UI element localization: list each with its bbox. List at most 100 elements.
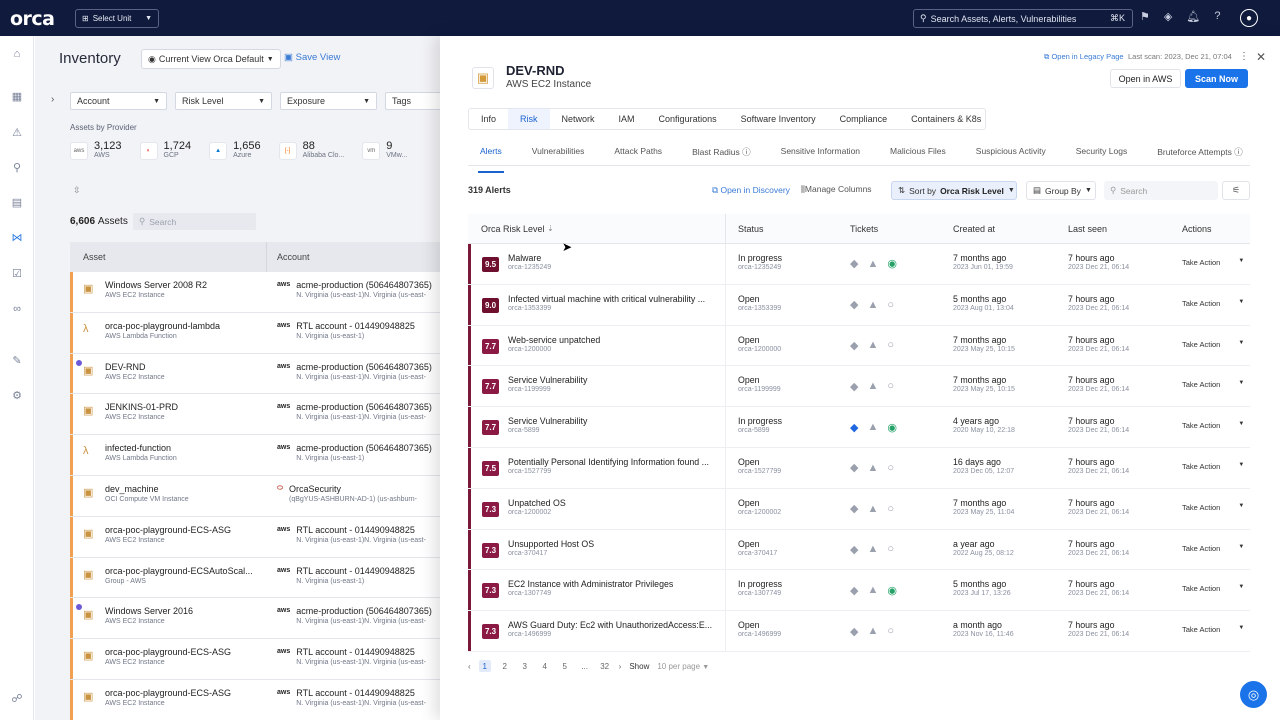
tab-network[interactable]: Network <box>550 109 607 129</box>
open-in-discovery-link[interactable]: ⧉ Open in Discovery <box>712 185 790 196</box>
page-4[interactable]: 4 <box>539 660 551 672</box>
column-header-last-seen[interactable]: Last seen <box>1056 214 1170 244</box>
user-avatar[interactable]: ● <box>1240 9 1258 27</box>
compliance-icon[interactable]: ▤ <box>9 194 25 210</box>
dashboard-icon[interactable]: ⌂ <box>9 46 25 62</box>
page-32[interactable]: 32 <box>599 660 611 672</box>
take-action-dropdown[interactable]: Take Action ▼ <box>1182 258 1250 267</box>
ticket-status-icon[interactable]: ◉ <box>887 257 897 270</box>
ticket-warning-icon[interactable]: ▲ <box>867 421 878 433</box>
take-action-dropdown[interactable]: Take Action ▼ <box>1182 299 1250 308</box>
ticket-status-icon[interactable]: ○ <box>887 299 894 311</box>
open-in-aws-button[interactable]: Open in AWS <box>1110 69 1181 88</box>
tab-iam[interactable]: IAM <box>607 109 647 129</box>
alert-row[interactable]: 7.3 Unsupported Host OS orca-370417 Open orc… <box>468 529 1250 571</box>
table-row[interactable]: λ infected-function AWS Lambda Function aws… <box>70 435 440 476</box>
ticket-warning-icon[interactable]: ▲ <box>867 543 878 555</box>
subtab-sensitive-information[interactable]: Sensitive Information <box>781 144 860 165</box>
tab-software-inventory[interactable]: Software Inventory <box>729 109 828 129</box>
take-action-dropdown[interactable]: Take Action ▼ <box>1182 544 1250 553</box>
page-3[interactable]: 3 <box>519 660 531 672</box>
manage-columns-button[interactable]: ⫼Manage Columns <box>801 184 872 195</box>
ticket-status-icon[interactable]: ○ <box>887 339 894 351</box>
jira-icon[interactable]: ◆ <box>850 502 858 515</box>
chat-support-button[interactable]: ◎ <box>1240 681 1267 708</box>
table-row[interactable]: ▣ Windows Server 2008 R2 AWS EC2 Instance a… <box>70 272 440 313</box>
alert-row[interactable]: 7.3 EC2 Instance with Administrator Privi… <box>468 570 1250 612</box>
subtab-vulnerabilities[interactable]: Vulnerabilities <box>532 144 585 165</box>
ticket-warning-icon[interactable]: ▲ <box>867 258 878 270</box>
subtab-suspicious-activity[interactable]: Suspicious Activity <box>976 144 1046 165</box>
alert-row[interactable]: 7.7 Service Vulnerability orca-5899 In prog… <box>468 407 1250 448</box>
provider-aws[interactable]: aws 3,123 AWS <box>70 140 122 160</box>
column-header-status[interactable]: Status <box>726 214 838 244</box>
table-row[interactable]: λ orca-poc-playground-lambda AWS Lambda Fu… <box>70 312 440 354</box>
subtab-bruteforce-attempts[interactable]: Bruteforce Attempts ⓘ <box>1157 144 1243 165</box>
megaphone-icon[interactable]: ◈ <box>1164 10 1172 23</box>
open-legacy-page-link[interactable]: ⧉ Open in Legacy Page <box>1044 52 1124 62</box>
chevron-left-icon[interactable]: ‹ <box>468 662 471 671</box>
column-header-asset[interactable]: Asset <box>70 242 267 272</box>
tab-containers-k8s[interactable]: Containers & K8s <box>899 109 993 129</box>
ticket-status-icon[interactable]: ○ <box>887 503 894 515</box>
tab-compliance[interactable]: Compliance <box>828 109 900 129</box>
table-row[interactable]: ▣ JENKINS-01-PRD AWS EC2 Instance aws acme-p… <box>70 394 440 436</box>
ticket-warning-icon[interactable]: ▲ <box>867 584 878 596</box>
clipboard-icon[interactable]: ☑ <box>9 265 25 281</box>
flag-icon[interactable]: ⚑ <box>1140 10 1150 23</box>
page-2[interactable]: 2 <box>499 660 511 672</box>
asset-name[interactable]: orca-poc-playground-ECSAutoScal... <box>105 566 253 576</box>
orca-logo[interactable]: orca <box>10 8 55 30</box>
take-action-dropdown[interactable]: Take Action ▼ <box>1182 625 1250 634</box>
table-row[interactable]: ▣ orca-poc-playground-ECSAutoScal... Group… <box>70 557 440 599</box>
jira-icon[interactable]: ◆ <box>850 298 858 311</box>
alert-title[interactable]: Malware <box>508 253 551 263</box>
per-page-select[interactable]: 10 per page ▼ <box>657 662 709 671</box>
asset-name[interactable]: orca-poc-playground-ECS-ASG <box>105 688 231 698</box>
alert-title[interactable]: Service Vulnerability <box>508 416 587 426</box>
tab-info[interactable]: Info <box>469 109 508 129</box>
jira-icon[interactable]: ◆ <box>850 584 858 597</box>
alert-row[interactable]: 7.5 Potentially Personal Identifying Info… <box>468 447 1250 489</box>
alert-title[interactable]: Web-service unpatched <box>508 335 600 345</box>
filter-account[interactable]: Account ▼ <box>70 92 167 110</box>
alert-row[interactable]: 7.7 Web-service unpatched orca-1200000 Open… <box>468 325 1250 367</box>
table-row[interactable]: ▣ orca-poc-playground-ECS-ASG AWS EC2 Inst… <box>70 516 440 558</box>
take-action-dropdown[interactable]: Take Action ▼ <box>1182 584 1250 593</box>
alert-row[interactable]: 9.5 Malware orca-1235249 In progress orca-12… <box>468 244 1250 285</box>
alert-title[interactable]: Service Vulnerability <box>508 375 587 385</box>
alert-title[interactable]: AWS Guard Duty: Ec2 with UnauthorizedAcc… <box>508 620 712 630</box>
provider-vmware[interactable]: vm 9 VMw... <box>362 140 407 160</box>
table-row[interactable]: ▣ Windows Server 2016 AWS EC2 Instance aws a… <box>70 598 440 640</box>
tab-configurations[interactable]: Configurations <box>647 109 729 129</box>
unit-select-dropdown[interactable]: ⊞ Select Unit ▼ <box>75 9 159 28</box>
alert-triangle-icon[interactable]: ⚠ <box>9 124 25 140</box>
ticket-status-icon[interactable]: ○ <box>887 462 894 474</box>
sort-by-dropdown[interactable]: ⇅ Sort by Orca Risk Level ▼ <box>891 181 1017 200</box>
column-header-created-at[interactable]: Created at <box>941 214 1056 244</box>
asset-name[interactable]: orca-poc-playground-ECS-ASG <box>105 647 231 657</box>
jira-icon[interactable]: ◆ <box>850 257 858 270</box>
expand-collapse-icon[interactable]: ⇳ <box>73 185 81 196</box>
table-row[interactable]: ▣ orca-poc-playground-ECS-ASG AWS EC2 Inst… <box>70 679 440 720</box>
alert-search-input[interactable]: ⚲ Search <box>1104 181 1218 200</box>
global-search-input[interactable]: ⚲ Search Assets, Alerts, Vulnerabilities… <box>913 9 1133 28</box>
ticket-warning-icon[interactable]: ▲ <box>867 339 878 351</box>
asset-name[interactable]: dev_machine <box>105 484 189 494</box>
provider-gcp[interactable]: ◐ 1,724 GCP <box>139 140 191 160</box>
subtab-blast-radius[interactable]: Blast Radius ⓘ <box>692 144 751 165</box>
wrench-icon[interactable]: ✎ <box>9 352 25 368</box>
ticket-warning-icon[interactable]: ▲ <box>867 299 878 311</box>
asset-name[interactable]: orca-poc-playground-lambda <box>105 321 220 331</box>
table-row[interactable]: ▣ orca-poc-playground-ECS-ASG AWS EC2 Inst… <box>70 639 440 680</box>
alert-title[interactable]: EC2 Instance with Administrator Privileg… <box>508 579 673 589</box>
search-nav-icon[interactable]: ⚲ <box>9 159 25 175</box>
alert-title[interactable]: Unpatched OS <box>508 498 566 508</box>
column-header-account[interactable]: Account <box>267 252 310 262</box>
asset-name[interactable]: Windows Server 2016 <box>105 606 193 616</box>
jira-icon[interactable]: ◆ <box>850 625 858 638</box>
take-action-dropdown[interactable]: Take Action ▼ <box>1182 462 1250 471</box>
filter-tags[interactable]: Tags <box>385 92 440 110</box>
jira-icon[interactable]: ◆ <box>850 461 858 474</box>
close-icon[interactable]: ✕ <box>1256 50 1266 64</box>
